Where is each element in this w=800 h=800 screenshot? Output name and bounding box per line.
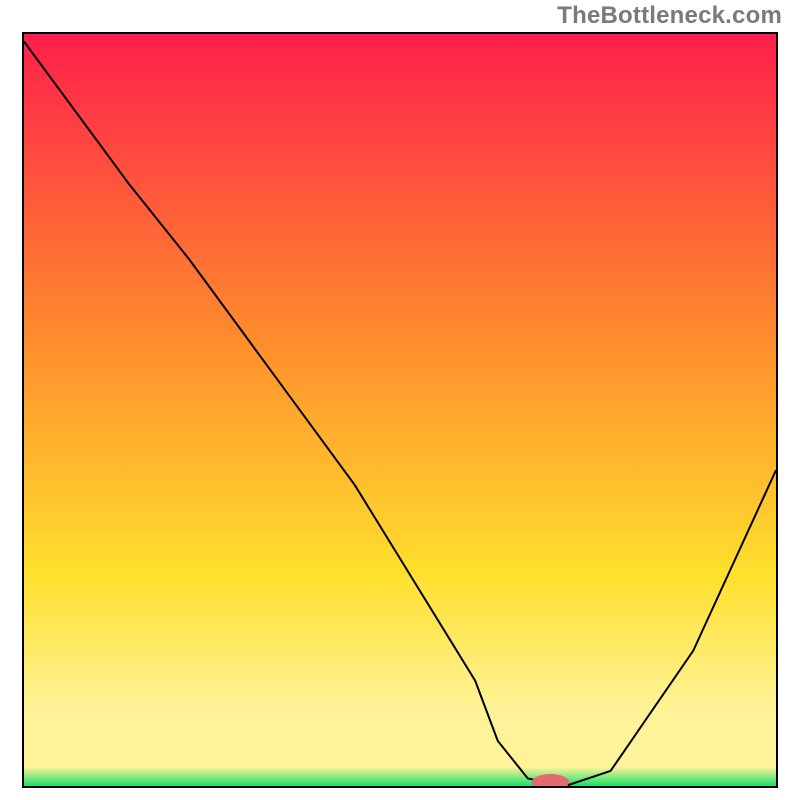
bottleneck-chart	[22, 32, 778, 788]
gradient-background	[24, 34, 776, 786]
watermark-text: TheBottleneck.com	[557, 2, 782, 30]
chart-svg	[24, 34, 776, 786]
chart-page: TheBottleneck.com	[0, 0, 800, 800]
